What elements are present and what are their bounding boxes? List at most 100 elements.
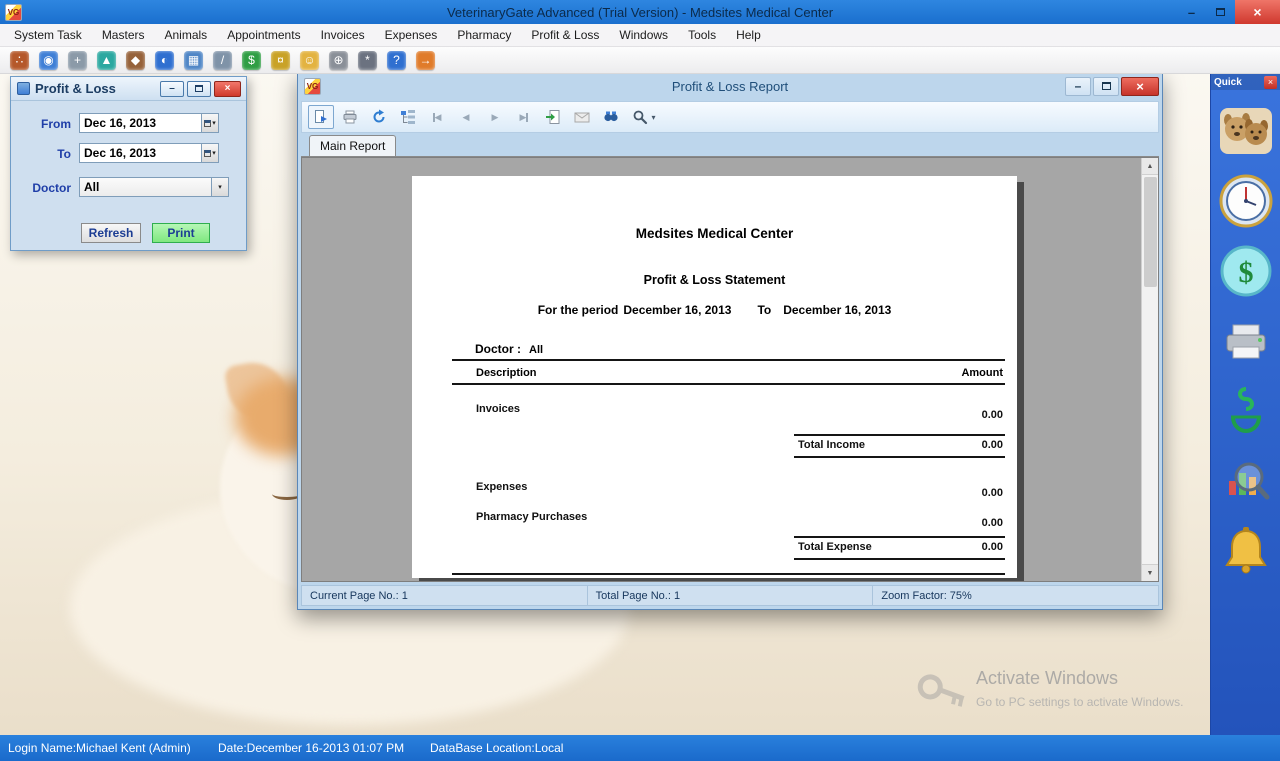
scroll-down-button[interactable]: ▼ — [1142, 564, 1159, 581]
pets-image[interactable] — [1217, 102, 1275, 160]
coins-icon[interactable]: ☺ — [300, 51, 319, 70]
menu-item-help[interactable]: Help — [726, 25, 771, 45]
first-page-button[interactable]: ◀ — [424, 105, 450, 129]
syringe-icon[interactable]: / — [213, 51, 232, 70]
export-button[interactable] — [308, 105, 334, 129]
paw-icon[interactable]: ∴ — [10, 51, 29, 70]
print-report-button[interactable] — [337, 105, 363, 129]
doctor-select-value: All — [80, 178, 211, 196]
form-icon — [17, 82, 30, 95]
activate-windows-watermark: Activate Windows Go to PC settings to ac… — [920, 668, 1183, 716]
menu-item-masters[interactable]: Masters — [92, 25, 155, 45]
animals-icon[interactable]: ◆ — [126, 51, 145, 70]
report-viewer: Medsites Medical Center Profit & Loss St… — [301, 157, 1159, 582]
quick-panel-close-button[interactable]: × — [1264, 76, 1277, 89]
invoices-icon[interactable]: $ — [242, 51, 261, 70]
menu-item-windows[interactable]: Windows — [609, 25, 678, 45]
report-rule — [794, 558, 1005, 560]
bird-icon[interactable]: ▲ — [97, 51, 116, 70]
report-close-button[interactable]: × — [1121, 77, 1159, 96]
next-page-button[interactable]: ▶ — [482, 105, 508, 129]
period-to-label: To — [757, 303, 771, 317]
printer-icon — [342, 109, 358, 125]
dialog-close-button[interactable]: × — [214, 81, 241, 97]
report-total-amount: 0.00 — [982, 439, 1003, 451]
printer-device-button[interactable] — [1217, 312, 1275, 370]
main-report-tab[interactable]: Main Report — [309, 135, 396, 156]
menu-item-pharmacy[interactable]: Pharmacy — [447, 25, 521, 45]
pets-icon[interactable]: ◉ — [39, 51, 58, 70]
minimize-button[interactable]: – — [1177, 0, 1206, 24]
scrollbar-thumb[interactable] — [1144, 177, 1157, 287]
group-tree-toggle-button[interactable] — [395, 105, 421, 129]
maximize-icon — [195, 85, 203, 92]
expenses-icon[interactable]: ¤ — [271, 51, 290, 70]
dialog-maximize-button[interactable] — [187, 81, 211, 97]
chevron-down-icon: ▾ — [218, 183, 222, 191]
settings-icon[interactable]: * — [358, 51, 377, 70]
binoculars-icon — [603, 109, 619, 125]
column-header-description: Description — [476, 367, 537, 379]
printer-icon — [1221, 319, 1271, 363]
report-scrollbar[interactable]: ▲ ▼ — [1141, 158, 1158, 581]
report-window-titlebar: VG Profit & Loss Report – × — [298, 73, 1162, 99]
menu-item-system-task[interactable]: System Task — [4, 25, 92, 45]
exit-icon[interactable]: → — [416, 51, 435, 70]
menu-item-tools[interactable]: Tools — [678, 25, 726, 45]
last-page-bar-icon — [526, 113, 528, 122]
to-date-input[interactable]: Dec 16, 2013 ▾ — [79, 143, 219, 163]
goto-page-button[interactable] — [540, 105, 566, 129]
menu-item-profit-loss[interactable]: Profit & Loss — [521, 25, 609, 45]
grooming-icon[interactable]: + — [68, 51, 87, 70]
from-date-input[interactable]: Dec 16, 2013 ▾ — [79, 113, 219, 133]
column-header-amount: Amount — [961, 367, 1003, 379]
dialog-title: Profit & Loss — [35, 81, 116, 96]
previous-page-button[interactable]: ◀ — [453, 105, 479, 129]
pharmacy-button[interactable] — [1217, 382, 1275, 440]
last-page-button[interactable]: ▶ — [511, 105, 537, 129]
report-minimize-button[interactable]: – — [1065, 77, 1091, 96]
report-window-controls: – × — [1065, 76, 1159, 96]
menu-item-invoices[interactable]: Invoices — [311, 25, 375, 45]
report-row-label: Expenses — [476, 481, 527, 493]
search-report-button[interactable] — [1217, 452, 1275, 510]
report-row-label: Invoices — [476, 403, 520, 415]
period-label: For the period — [538, 303, 619, 317]
report-maximize-button[interactable] — [1093, 77, 1119, 96]
cancel-loading-button[interactable] — [569, 105, 595, 129]
refresh-report-button[interactable] — [366, 105, 392, 129]
menu-item-animals[interactable]: Animals — [155, 25, 218, 45]
doctor-dropdown-button[interactable]: ▾ — [211, 178, 228, 196]
appointments-icon[interactable]: ▦ — [184, 51, 203, 70]
report-total-amount: 0.00 — [982, 541, 1003, 553]
globe-icon[interactable]: ◐ — [155, 51, 174, 70]
menu-item-expenses[interactable]: Expenses — [375, 25, 448, 45]
refresh-icon — [371, 109, 387, 125]
zoom-button[interactable]: ▾ — [627, 105, 661, 129]
close-button[interactable]: × — [1235, 0, 1280, 24]
maximize-icon — [1102, 82, 1111, 90]
report-viewer-toolbar: ◀ ◀ ▶ ▶ ▾ — [301, 101, 1159, 133]
refresh-button[interactable]: Refresh — [81, 223, 141, 243]
doctor-select[interactable]: All ▾ — [79, 177, 229, 197]
report-row-label: Pharmacy Purchases — [476, 511, 587, 523]
menu-item-appointments[interactable]: Appointments — [217, 25, 310, 45]
find-button[interactable] — [598, 105, 624, 129]
report-rule — [452, 383, 1005, 385]
maximize-button[interactable] — [1206, 0, 1235, 24]
from-date-dropdown-button[interactable]: ▾ — [201, 114, 218, 132]
zoom-dropdown-icon[interactable]: ▾ — [651, 113, 655, 122]
dialog-minimize-button[interactable]: – — [160, 81, 184, 97]
pharmacy-icon[interactable]: ⊕ — [329, 51, 348, 70]
help-icon[interactable]: ? — [387, 51, 406, 70]
to-date-dropdown-button[interactable]: ▾ — [201, 144, 218, 162]
appointments-clock-button[interactable] — [1217, 172, 1275, 230]
report-period-line: For the periodDecember 16, 2013ToDecembe… — [412, 303, 1017, 317]
reminders-bell-button[interactable] — [1217, 522, 1275, 580]
print-button[interactable]: Print — [152, 223, 210, 243]
dollar-coin-icon: $ — [1219, 244, 1273, 298]
report-rule — [794, 536, 1005, 538]
scroll-up-button[interactable]: ▲ — [1142, 158, 1159, 175]
status-current-page: Current Page No.: 1 — [302, 586, 587, 605]
billing-money-button[interactable]: $ — [1217, 242, 1275, 300]
